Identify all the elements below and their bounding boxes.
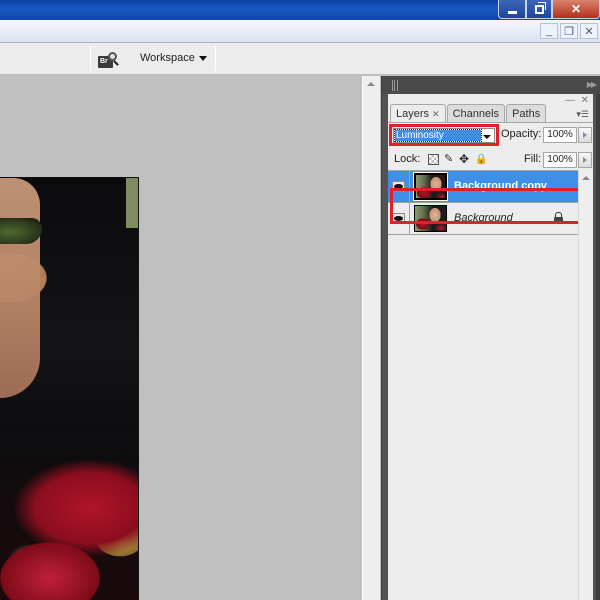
bridge-button[interactable]: Br [98, 52, 120, 68]
magnifier-handle [113, 60, 119, 66]
opacity-slider-button[interactable] [578, 127, 592, 143]
layer-name: Background copy [454, 180, 547, 192]
restore-icon [534, 1, 546, 14]
photoshop-window: ✕ _ ❐ ✕ Br Workspace ▶▶ — ✕ Layers ✕ Cha… [0, 0, 600, 600]
close-icon: ✕ [570, 2, 582, 16]
panel-header: — ✕ [388, 94, 593, 106]
tab-label: Channels [452, 107, 500, 120]
window-minimize-button[interactable] [498, 0, 526, 19]
lock-pixels-brush-icon[interactable]: ✎ [444, 154, 455, 165]
options-bar: Br Workspace [0, 43, 600, 75]
opacity-label: Opacity: [501, 128, 542, 140]
lock-position-move-icon[interactable]: ✥ [459, 153, 470, 165]
layers-scrollbar[interactable] [578, 170, 593, 600]
layer-row-background[interactable]: Background [388, 203, 578, 235]
layer-row-background-copy[interactable]: Background copy [388, 171, 578, 203]
panel-tabs: Layers ✕ Channels Paths [390, 104, 547, 123]
panel-close-icon[interactable]: ✕ [581, 95, 589, 106]
separator [90, 46, 91, 71]
dock-edge [596, 94, 600, 600]
blend-mode-highlight [389, 124, 499, 146]
magnifier-icon [108, 52, 117, 61]
photo-face-region [0, 178, 40, 398]
menu-bar: _ ❐ ✕ [0, 20, 600, 43]
photo-eyeshadow-region [0, 218, 42, 244]
scroll-up-arrow-icon[interactable] [367, 82, 375, 86]
scroll-up-arrow-icon[interactable] [582, 176, 590, 180]
tab-channels[interactable]: Channels [446, 104, 506, 122]
visibility-toggle[interactable] [388, 203, 410, 234]
opacity-input[interactable]: 100% [543, 127, 577, 143]
dock-header[interactable]: ▶▶ [382, 76, 600, 94]
document-minimize-button[interactable]: _ [540, 23, 558, 39]
document-restore-button[interactable]: ❐ [560, 23, 578, 39]
lock-row: Lock: ✎ ✥ 🔒 Fill: 100% [388, 150, 593, 170]
fill-input[interactable]: 100% [543, 152, 577, 168]
window-titlebar: ✕ [0, 0, 600, 20]
photo-background-region [126, 178, 138, 228]
panel-minimize-icon[interactable]: — [565, 95, 575, 106]
photo-image [0, 177, 139, 600]
chevron-down-icon [198, 55, 207, 61]
workspace-menu-button[interactable]: Workspace [140, 52, 207, 64]
tab-layers[interactable]: Layers ✕ [390, 104, 446, 123]
window-restore-button[interactable] [526, 0, 552, 19]
collapse-icon[interactable]: ▶▶ [587, 80, 597, 89]
window-close-button[interactable]: ✕ [552, 0, 600, 19]
workspace-label: Workspace [140, 52, 195, 64]
minimize-icon [507, 10, 517, 14]
layers-list: Background copy Background [388, 170, 578, 600]
visibility-toggle[interactable] [388, 171, 410, 202]
panel-menu-icon[interactable]: ▾☰ [576, 109, 589, 120]
panel-dock: ▶▶ — ✕ Layers ✕ Channels Paths ▾☰ Lumino… [381, 76, 600, 600]
separator [215, 46, 216, 71]
tab-label: Layers [396, 108, 430, 120]
layer-thumbnail [414, 205, 447, 232]
fill-slider-button[interactable] [578, 152, 592, 168]
lock-all-icon[interactable]: 🔒 [475, 154, 487, 165]
tab-label: Paths [512, 107, 541, 120]
tab-paths[interactable]: Paths [506, 104, 547, 122]
tab-close-icon[interactable]: ✕ [432, 109, 440, 120]
layers-panel: — ✕ Layers ✕ Channels Paths ▾☰ Luminosit… [388, 94, 593, 600]
layer-thumbnail [413, 172, 448, 201]
lock-icon [554, 212, 563, 223]
document-controls: _ ❐ ✕ [540, 23, 598, 39]
document-close-button[interactable]: ✕ [580, 23, 598, 39]
layer-name: Background [454, 212, 513, 224]
window-controls: ✕ [498, 0, 600, 19]
blend-row: Luminosity Opacity: 100% [388, 124, 593, 146]
tab-divider [388, 122, 593, 123]
grip-icon[interactable] [392, 80, 398, 91]
document-canvas[interactable] [0, 76, 362, 600]
lock-label: Lock: [394, 153, 421, 165]
eye-icon [392, 213, 405, 224]
fill-label: Fill: [524, 153, 542, 165]
eye-icon [392, 181, 405, 192]
canvas-vertical-scrollbar[interactable] [362, 76, 380, 600]
lock-transparency-icon[interactable] [428, 154, 439, 165]
